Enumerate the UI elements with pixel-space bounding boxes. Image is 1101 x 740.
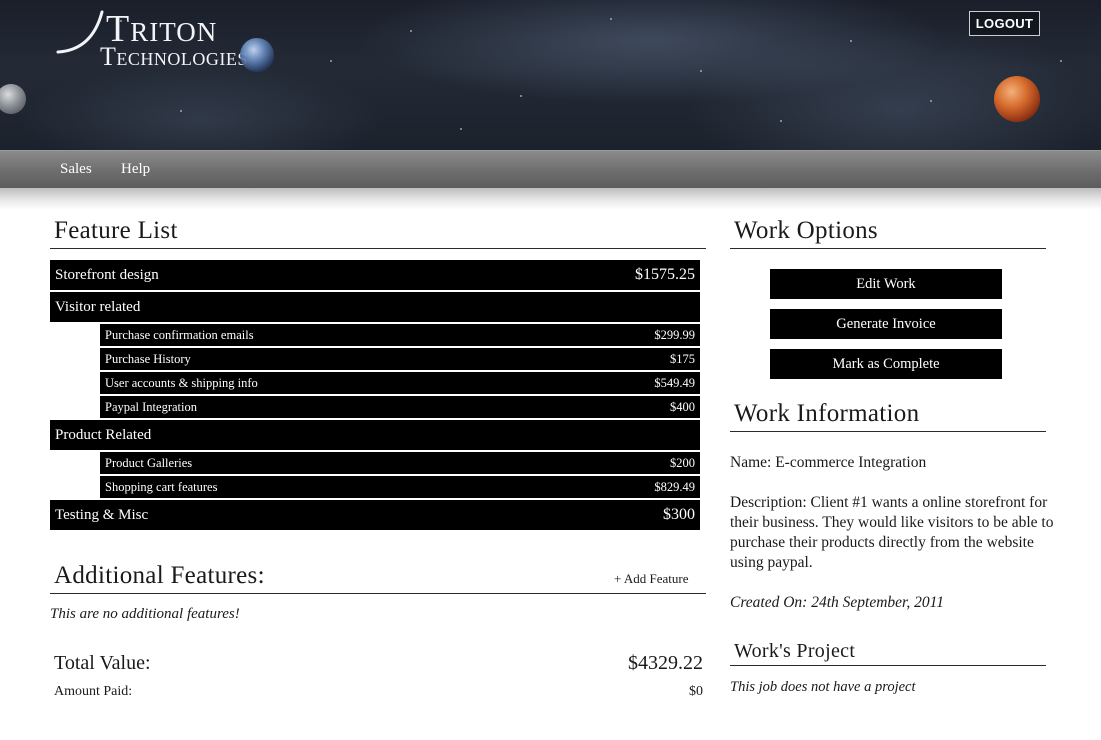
feature-row[interactable]: Testing & Misc $300 [50, 500, 700, 530]
amount-paid-value: $0 [689, 684, 703, 699]
star-decoration [700, 70, 702, 72]
feature-price: $829.49 [654, 480, 695, 494]
feature-subrow[interactable]: User accounts & shipping info $549.49 [100, 372, 700, 394]
feature-price: $200 [670, 456, 695, 470]
feature-label: User accounts & shipping info [105, 376, 258, 390]
feature-price: $300 [663, 506, 695, 523]
feature-group-row[interactable]: Visitor related [50, 292, 700, 322]
feature-label: Paypal Integration [105, 400, 197, 414]
amount-paid-label: Amount Paid: [54, 684, 133, 699]
star-decoration [520, 95, 522, 97]
total-value-label: Total Value: [54, 652, 151, 674]
moon-icon [0, 84, 26, 114]
feature-label: Testing & Misc [55, 507, 149, 523]
work-name: Name: E-commerce Integration [730, 454, 927, 471]
feature-label: Purchase confirmation emails [105, 328, 254, 342]
star-decoration [180, 110, 182, 112]
logout-button[interactable]: LOGOUT [969, 11, 1040, 36]
feature-subrow[interactable]: Purchase confirmation emails $299.99 [100, 324, 700, 346]
planet-icon [240, 38, 274, 72]
mark-complete-button[interactable]: Mark as Complete [770, 349, 1002, 379]
feature-price: $1575.25 [635, 266, 695, 283]
header-banner: Triton Technologies LOGOUT [0, 0, 1101, 150]
feature-subrow[interactable]: Product Galleries $200 [100, 452, 700, 474]
feature-list-title: Feature List [50, 216, 706, 249]
star-decoration [330, 60, 332, 62]
work-description: Description: Client #1 wants a online st… [730, 494, 1054, 571]
feature-subrow[interactable]: Purchase History $175 [100, 348, 700, 370]
nav-item-sales[interactable]: Sales [60, 151, 92, 187]
feature-label: Shopping cart features [105, 480, 218, 494]
feature-price: $549.49 [654, 376, 695, 390]
star-decoration [1060, 60, 1062, 62]
feature-price: $299.99 [654, 328, 695, 342]
feature-row[interactable]: Storefront design $1575.25 [50, 260, 700, 290]
main-nav: Sales Help [0, 150, 1101, 188]
feature-price: $175 [670, 352, 695, 366]
no-additional-features-message: This are no additional features! [50, 606, 240, 622]
star-decoration [410, 30, 412, 32]
feature-subrow[interactable]: Paypal Integration $400 [100, 396, 700, 418]
feature-label: Product Galleries [105, 456, 193, 470]
feature-group-row[interactable]: Product Related [50, 420, 700, 450]
edit-work-button[interactable]: Edit Work [770, 269, 1002, 299]
feature-label: Product Related [55, 427, 152, 443]
works-project-title: Work's Project [730, 639, 1046, 666]
nav-shadow [0, 188, 1101, 210]
star-decoration [460, 128, 462, 130]
star-decoration [610, 18, 612, 20]
generate-invoice-button[interactable]: Generate Invoice [770, 309, 1002, 339]
feature-label: Storefront design [55, 267, 159, 283]
feature-label: Visitor related [55, 299, 141, 315]
feature-label: Purchase History [105, 352, 191, 366]
feature-subrow[interactable]: Shopping cart features $829.49 [100, 476, 700, 498]
work-created-on: Created On: 24th September, 2011 [730, 594, 944, 611]
work-options-title: Work Options [730, 216, 1046, 249]
star-decoration [850, 40, 852, 42]
feature-price: $400 [670, 400, 695, 414]
additional-features-title: Additional Features: [50, 561, 706, 594]
logo-line2: Technologies [100, 42, 248, 71]
work-information-title: Work Information [730, 399, 1046, 432]
no-project-message: This job does not have a project [730, 679, 916, 695]
add-feature-link[interactable]: + Add Feature [614, 571, 688, 587]
star-decoration [780, 120, 782, 122]
star-decoration [930, 100, 932, 102]
mars-icon [994, 76, 1040, 122]
total-value-amount: $4329.22 [628, 652, 703, 674]
nav-item-help[interactable]: Help [121, 151, 150, 187]
